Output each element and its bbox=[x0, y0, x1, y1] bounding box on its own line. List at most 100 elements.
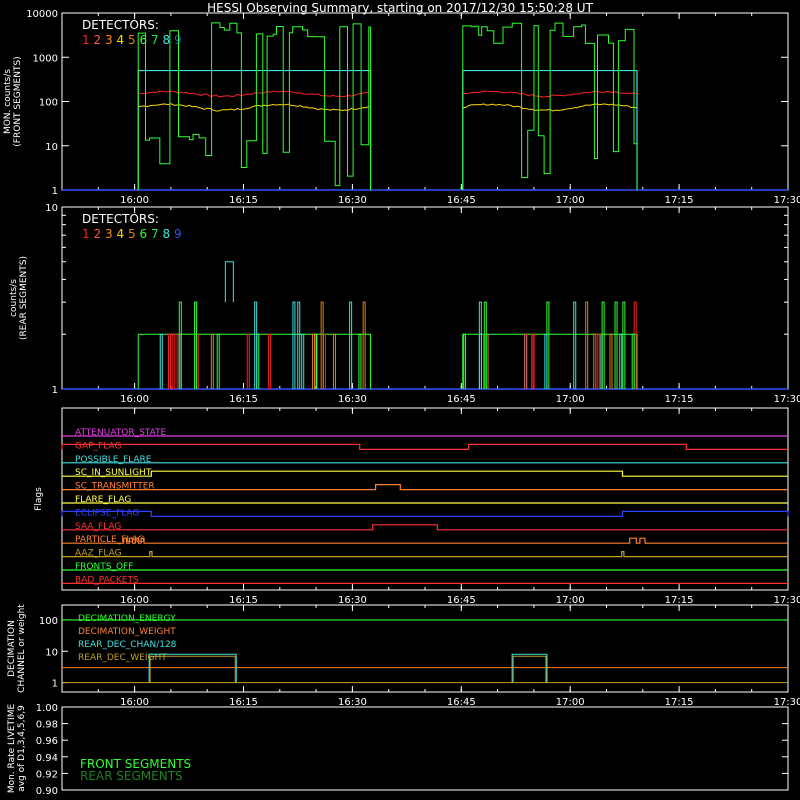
front-legend-entry: 5 bbox=[128, 33, 136, 47]
front-series-8 bbox=[137, 69, 372, 190]
front-panel bbox=[61, 12, 789, 191]
x-tick-label: 17:00 bbox=[556, 697, 585, 708]
rear-spike bbox=[246, 333, 250, 389]
x-tick-label: 16:30 bbox=[338, 595, 367, 606]
x-tick-label: 17:00 bbox=[556, 595, 585, 606]
livetime-ylabel: Mon. Rate LIVETIME avg of D1,3,4,5,6,9 bbox=[7, 704, 27, 794]
flags-ylabel: Flags bbox=[34, 487, 44, 511]
rear-spike bbox=[585, 301, 589, 389]
y-tick-label: 100 bbox=[39, 98, 58, 109]
flag-label: SAA_FLAG bbox=[75, 522, 121, 532]
y-tick-label: 1 bbox=[52, 385, 58, 396]
rear-dec-weight-box bbox=[512, 655, 547, 683]
x-tick-label: 17:30 bbox=[774, 595, 800, 606]
x-tick-label: 16:00 bbox=[120, 595, 149, 606]
decimation-legend-entry: REAR_DEC_CHAN/128 bbox=[78, 640, 177, 650]
rear-spike bbox=[172, 333, 176, 389]
rear-legend-entry: 5 bbox=[128, 227, 136, 241]
rear-spike bbox=[210, 333, 214, 389]
rear-peak bbox=[224, 261, 234, 303]
front-legend-entry: 1 bbox=[82, 33, 90, 47]
rear-dec-chan-box bbox=[511, 653, 548, 683]
x-tick-label: 17:15 bbox=[665, 595, 694, 606]
livetime-legend-rear: REAR SEGMENTS bbox=[80, 769, 183, 783]
y-tick-label: 0.94 bbox=[36, 753, 58, 764]
front-legend-entry: 4 bbox=[117, 33, 125, 47]
y-tick-label: 1.00 bbox=[36, 703, 58, 714]
rear-legend-entry: 3 bbox=[105, 227, 113, 241]
rear-spike bbox=[297, 301, 301, 389]
rear-spike bbox=[320, 301, 324, 389]
rear-spike bbox=[349, 301, 353, 389]
x-tick-label: 16:15 bbox=[229, 697, 258, 708]
rear-spike bbox=[159, 333, 163, 389]
rear-spike bbox=[194, 301, 198, 389]
y-tick-label: 10 bbox=[45, 142, 58, 153]
x-tick-label: 17:15 bbox=[665, 195, 694, 206]
x-tick-label: 16:00 bbox=[120, 394, 149, 405]
rear-legend-entry: 4 bbox=[117, 227, 125, 241]
flag-label: POSSIBLE_FLARE bbox=[75, 455, 152, 465]
rear-spike bbox=[531, 333, 535, 389]
rear-spike bbox=[524, 333, 528, 389]
x-tick-label: 17:00 bbox=[556, 195, 585, 206]
y-tick-label: 10 bbox=[45, 647, 58, 658]
front-legend-entry: 9 bbox=[174, 33, 182, 47]
x-tick-label: 17:30 bbox=[774, 195, 800, 206]
flag-line bbox=[62, 484, 788, 491]
rear-spike bbox=[362, 301, 366, 389]
hessi-summary-plot: 16:00 16:15 16:30 16:45 17:00 17:15 17:3011010… bbox=[3, 9, 800, 797]
flag-label: PARTICLE_FLAG bbox=[75, 535, 145, 545]
rear-spike bbox=[619, 333, 623, 389]
rear-spike bbox=[312, 333, 316, 389]
y-axis-label: (REAR SEGMENTS) bbox=[19, 256, 29, 340]
rear-spike bbox=[292, 301, 296, 389]
flag-line bbox=[62, 524, 788, 531]
flag-label: ECLIPSE_FLAG bbox=[75, 508, 139, 518]
rear-spike bbox=[478, 301, 482, 389]
y-tick-label: 1 bbox=[52, 186, 58, 197]
y-tick-label: 0.90 bbox=[36, 786, 58, 797]
y-tick-label: 1 bbox=[52, 679, 58, 690]
rear-legend-entry: 1 bbox=[82, 227, 90, 241]
rear-series bbox=[462, 333, 638, 389]
y-tick-label: 0.98 bbox=[36, 720, 58, 731]
x-tick-label: 17:15 bbox=[665, 697, 694, 708]
flag-line bbox=[62, 537, 788, 544]
rear-spike bbox=[314, 333, 318, 389]
rear-spike bbox=[301, 333, 305, 389]
rear-spike bbox=[609, 333, 613, 389]
front-legend-entry: 8 bbox=[163, 33, 171, 47]
front-legend-entry: 7 bbox=[151, 33, 159, 47]
rear-spike bbox=[216, 333, 220, 389]
y-tick-label: 0.92 bbox=[36, 769, 58, 780]
x-tick-label: 17:15 bbox=[665, 394, 694, 405]
flag-line bbox=[62, 551, 788, 558]
rear-spike bbox=[544, 333, 548, 389]
x-tick-label: 16:45 bbox=[447, 595, 476, 606]
rear-spike bbox=[254, 301, 258, 389]
rear-legend-title: DETECTORS: bbox=[82, 212, 159, 226]
rear-spike bbox=[595, 333, 599, 389]
flag-label: ATTENUATOR_STATE bbox=[75, 428, 167, 438]
rear-legend-entry: 7 bbox=[151, 227, 159, 241]
front-series-6 bbox=[462, 22, 638, 190]
flag-line bbox=[61, 510, 789, 517]
front-series-1 bbox=[138, 90, 370, 98]
flag-label: GAP_FLAG bbox=[75, 441, 121, 451]
y-axis-label: counts/s bbox=[9, 279, 19, 317]
x-tick-label: 17:30 bbox=[774, 394, 800, 405]
y-axis-label: (FRONT SEGMENTS) bbox=[13, 56, 23, 146]
x-tick-label: 16:00 bbox=[120, 195, 149, 206]
x-tick-label: 16:45 bbox=[447, 394, 476, 405]
flag-label: FRONTS_OFF bbox=[75, 562, 133, 572]
front-legend-entry: 3 bbox=[105, 33, 113, 47]
rear-legend-entry: 9 bbox=[174, 227, 182, 241]
rear-ylabel: counts/s (REAR SEGMENTS) bbox=[9, 256, 29, 340]
y-tick-label: 100 bbox=[39, 616, 58, 627]
x-tick-label: 16:15 bbox=[229, 595, 258, 606]
y-axis-label: MON. counts/s bbox=[3, 69, 13, 134]
flag-label: BAD_PACKETS bbox=[75, 575, 139, 585]
y-tick-label: 10000 bbox=[26, 9, 58, 20]
y-tick-label: 10 bbox=[45, 203, 58, 214]
